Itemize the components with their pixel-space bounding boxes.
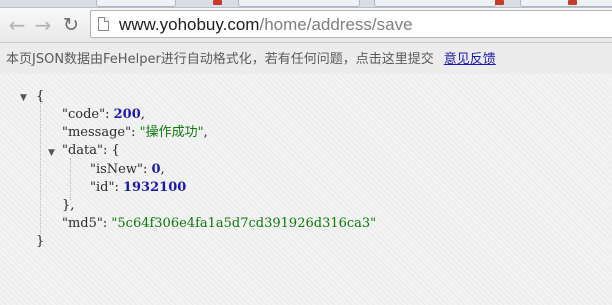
json-key: "data" — [62, 143, 104, 158]
json-line-data-close: }, — [62, 198, 75, 213]
collapse-toggle-icon[interactable]: ▼ — [20, 89, 27, 107]
json-line-data: "data": { — [62, 143, 120, 158]
json-open-brace: { — [36, 89, 45, 104]
json-key: "md5" — [62, 216, 103, 231]
json-line-isnew: "isNew": 0, — [90, 162, 165, 177]
page-icon — [98, 17, 109, 31]
tab[interactable] — [520, 0, 612, 7]
json-key: "isNew" — [90, 162, 143, 177]
collapse-toggle-icon[interactable]: ▼ — [48, 144, 55, 162]
fehelper-notice: 本页JSON数据由FeHelper进行自动格式化，若有任何问题，点击这里提交 意见… — [6, 50, 496, 70]
json-key: "id" — [90, 180, 115, 195]
tab[interactable] — [96, 0, 176, 7]
indent-guide — [40, 98, 41, 234]
browser-toolbar: ← → ↻ www.yohobuy.com/home/address/save — [0, 8, 612, 43]
url-host: www.yohobuy.com — [119, 15, 260, 34]
json-value: 1932100 — [122, 180, 187, 195]
json-value: 0 — [151, 162, 161, 177]
json-viewer: ▼ { "code": 200, "message": "操作成功", ▼ "d… — [0, 74, 612, 305]
url-text[interactable]: www.yohobuy.com/home/address/save — [119, 14, 413, 36]
tab-favicon-icon — [213, 0, 222, 5]
json-key: "message" — [62, 125, 132, 140]
tab-favicon-icon — [495, 0, 504, 5]
json-line-message: "message": "操作成功", — [62, 125, 208, 140]
json-line-id: "id": 1932100 — [90, 180, 187, 195]
notice-text: 本页JSON数据由FeHelper进行自动格式化，若有任何问题，点击这里提交 — [6, 52, 434, 67]
reload-icon[interactable]: ↻ — [60, 14, 82, 36]
tab[interactable] — [238, 0, 360, 7]
json-close-brace: } — [36, 234, 45, 249]
json-line-md5: "md5": "5c64f306e4fa1a5d7cd391926d316ca3… — [62, 216, 377, 231]
back-arrow-icon[interactable]: ← — [6, 14, 28, 36]
url-path: /home/address/save — [259, 15, 413, 34]
json-line-code: "code": 200, — [62, 107, 145, 122]
json-value: "操作成功" — [139, 125, 204, 140]
forward-arrow-icon[interactable]: → — [32, 14, 54, 36]
tab[interactable] — [374, 0, 496, 7]
indent-guide — [70, 158, 71, 200]
json-value: "5c64f306e4fa1a5d7cd391926d316ca3" — [111, 216, 377, 231]
json-value: 200 — [113, 107, 141, 122]
address-bar[interactable]: www.yohobuy.com/home/address/save — [90, 10, 612, 38]
tab-strip — [0, 0, 612, 8]
json-key: "code" — [62, 107, 106, 122]
tab-favicon-icon — [568, 0, 577, 5]
feedback-link[interactable]: 意见反馈 — [444, 52, 496, 67]
